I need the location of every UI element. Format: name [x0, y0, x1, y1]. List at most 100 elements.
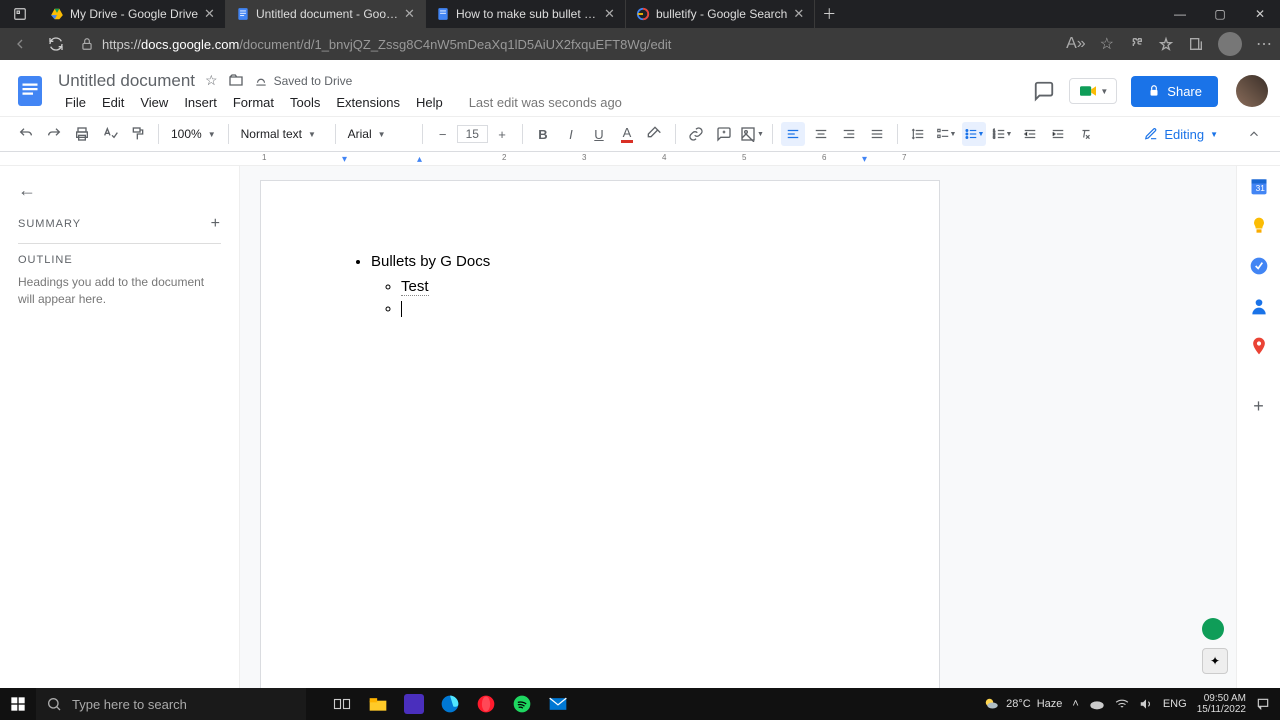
tab-howto[interactable]: How to make sub bullet points in ✕ [426, 0, 626, 28]
bold-button[interactable]: B [531, 122, 555, 146]
close-icon[interactable]: ✕ [204, 6, 215, 22]
wifi-icon[interactable] [1115, 697, 1129, 711]
align-right-button[interactable] [837, 122, 861, 146]
font-decrease-button[interactable]: − [431, 122, 455, 146]
collections-icon[interactable] [1188, 36, 1204, 52]
close-icon[interactable]: ✕ [604, 6, 615, 22]
browser-profile-avatar[interactable] [1218, 32, 1242, 56]
tab-docs-active[interactable]: Untitled document - Google Docs ✕ [226, 0, 426, 28]
menu-file[interactable]: File [58, 93, 93, 112]
checklist-button[interactable]: ▼ [934, 122, 958, 146]
explore-button[interactable]: ✦ [1202, 648, 1228, 674]
opera-icon[interactable] [470, 688, 502, 720]
numbered-list-button[interactable]: 123▼ [990, 122, 1014, 146]
menu-insert[interactable]: Insert [177, 93, 224, 112]
weather-widget[interactable]: 28°C Haze [982, 695, 1062, 713]
tab-drive[interactable]: My Drive - Google Drive ✕ [40, 0, 226, 28]
favorite-icon[interactable]: ☆ [1100, 34, 1114, 54]
print-button[interactable] [70, 122, 94, 146]
redo-button[interactable] [42, 122, 66, 146]
share-button[interactable]: Share [1131, 76, 1218, 107]
spotify-icon[interactable] [506, 688, 538, 720]
text-color-button[interactable]: A [615, 122, 639, 146]
indent-marker-first[interactable]: ▴ [417, 154, 422, 165]
outline-collapse-button[interactable]: ← [18, 180, 221, 201]
star-icon[interactable]: ☆ [205, 72, 218, 89]
close-icon[interactable]: ✕ [404, 6, 415, 22]
url-bar[interactable]: https://docs.google.com/document/d/1_bnv… [80, 37, 1054, 52]
more-icon[interactable]: ⋯ [1256, 34, 1272, 54]
comment-button[interactable] [712, 122, 736, 146]
language-indicator[interactable]: ENG [1163, 698, 1187, 710]
maps-icon[interactable] [1249, 336, 1269, 356]
document-title[interactable]: Untitled document [58, 71, 195, 91]
paint-format-button[interactable] [126, 122, 150, 146]
volume-icon[interactable] [1139, 697, 1153, 711]
start-button[interactable] [0, 696, 36, 712]
back-button[interactable] [8, 36, 32, 52]
refresh-button[interactable] [44, 36, 68, 52]
add-summary-button[interactable]: + [211, 215, 221, 233]
onedrive-icon[interactable] [1089, 698, 1105, 710]
amazon-music-icon[interactable] [398, 688, 430, 720]
keep-icon[interactable] [1249, 216, 1269, 236]
favorites-icon[interactable] [1158, 36, 1174, 52]
zoom-select[interactable]: 100%▼ [167, 125, 220, 143]
maximize-button[interactable]: ▢ [1200, 7, 1240, 21]
comments-icon[interactable] [1033, 80, 1055, 102]
explorer-icon[interactable] [362, 688, 394, 720]
taskbar-search[interactable]: Type here to search [36, 688, 306, 720]
grammarly-icon[interactable] [1202, 618, 1224, 640]
editing-mode-button[interactable]: Editing ▼ [1134, 123, 1228, 146]
font-increase-button[interactable]: + [490, 122, 514, 146]
taskview-icon[interactable] [326, 688, 358, 720]
bullet-list-button[interactable]: ▼ [962, 122, 986, 146]
bullet-level-2-cursor[interactable] [401, 298, 849, 321]
menu-help[interactable]: Help [409, 93, 450, 112]
bullet-level-1[interactable]: Bullets by G Docs Test [371, 251, 849, 321]
align-left-button[interactable] [781, 122, 805, 146]
tray-chevron-icon[interactable]: ˄ [1072, 698, 1078, 710]
last-edit-text[interactable]: Last edit was seconds ago [462, 93, 629, 112]
font-size-input[interactable]: 15 [457, 125, 488, 143]
menu-format[interactable]: Format [226, 93, 281, 112]
extensions-icon[interactable] [1128, 36, 1144, 52]
align-justify-button[interactable] [865, 122, 889, 146]
meet-button[interactable]: ▼ [1069, 78, 1117, 104]
contacts-icon[interactable] [1249, 296, 1269, 316]
menu-extensions[interactable]: Extensions [329, 93, 407, 112]
mail-icon[interactable] [542, 688, 574, 720]
indent-decrease-button[interactable] [1018, 122, 1042, 146]
ruler[interactable]: 1 ▾ ▴ 2 3 4 5 6 ▾ 7 [0, 152, 1280, 166]
tasks-icon[interactable] [1249, 256, 1269, 276]
calendar-icon[interactable]: 31 [1249, 176, 1269, 196]
tab-actions-icon[interactable] [0, 7, 40, 21]
highlight-button[interactable] [643, 122, 667, 146]
edge-icon[interactable] [434, 688, 466, 720]
collapse-toolbar-button[interactable] [1242, 122, 1266, 146]
user-avatar[interactable] [1236, 75, 1268, 107]
menu-tools[interactable]: Tools [283, 93, 327, 112]
close-icon[interactable]: ✕ [793, 6, 804, 22]
clear-format-button[interactable] [1074, 122, 1098, 146]
clock[interactable]: 09:50 AM 15/11/2022 [1197, 693, 1246, 715]
indent-marker-left[interactable]: ▾ [342, 154, 347, 165]
close-window-button[interactable]: ✕ [1240, 7, 1280, 21]
indent-marker-right[interactable]: ▾ [862, 154, 867, 165]
spellcheck-button[interactable] [98, 122, 122, 146]
bullet-level-2[interactable]: Test [401, 276, 849, 299]
notifications-icon[interactable] [1256, 697, 1270, 711]
reader-icon[interactable]: A» [1066, 35, 1086, 53]
menu-edit[interactable]: Edit [95, 93, 131, 112]
menu-view[interactable]: View [133, 93, 175, 112]
docs-logo-icon[interactable] [12, 73, 48, 109]
underline-button[interactable]: U [587, 122, 611, 146]
new-tab-button[interactable]: ＋ [815, 0, 843, 28]
tab-search[interactable]: bulletify - Google Search ✕ [626, 0, 815, 28]
indent-increase-button[interactable] [1046, 122, 1070, 146]
add-on-button[interactable]: + [1253, 396, 1264, 417]
align-center-button[interactable] [809, 122, 833, 146]
document-canvas[interactable]: Bullets by G Docs Test [240, 166, 1236, 720]
image-button[interactable]: ▼ [740, 122, 764, 146]
font-select[interactable]: Arial▼ [344, 125, 414, 143]
